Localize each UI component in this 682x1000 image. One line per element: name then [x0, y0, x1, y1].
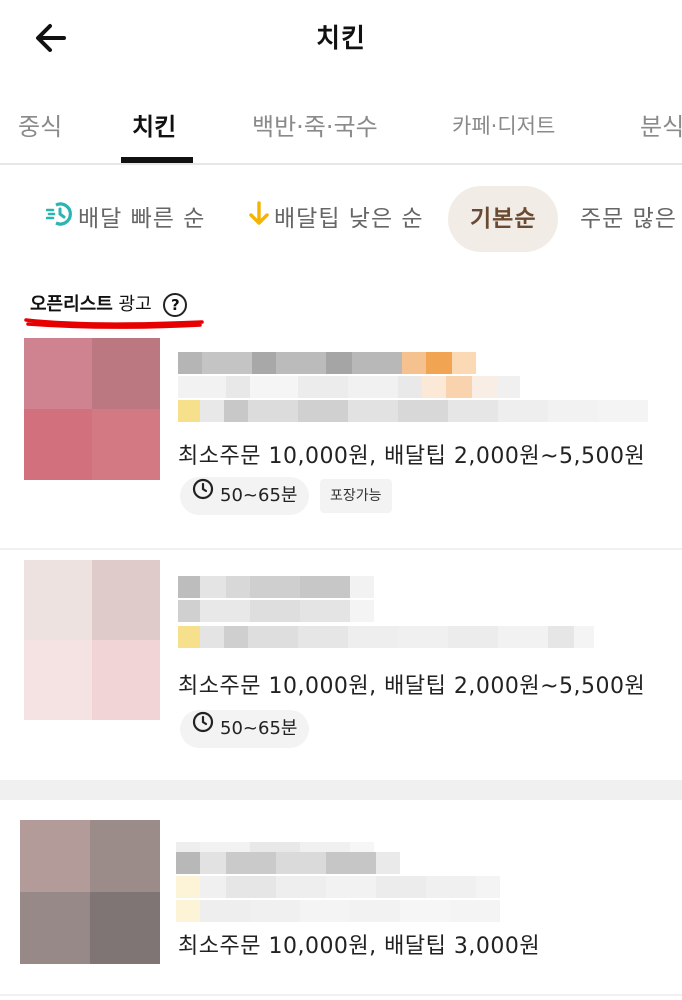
category-tabs: 중식 치킨 백반·죽·국수 카페·디저트 분식 [0, 95, 682, 165]
min-order-info: 최소주문 10,000원, 배달팁 3,000원 [178, 934, 541, 959]
restaurant-menu-blurred [178, 626, 594, 648]
active-tab-indicator [121, 157, 193, 163]
restaurant-extra-blurred [176, 900, 500, 922]
card-divider [0, 994, 682, 996]
ad-section-label: 오픈리스트 광고 ? [30, 290, 188, 317]
delivery-time: 50~65분 [220, 485, 298, 506]
tab-cafe-dessert[interactable]: 카페·디저트 [452, 110, 555, 140]
restaurant-card[interactable]: 최소주문 10,000원, 배달팁 3,000원 [0, 812, 682, 1000]
min-order-info: 최소주문 10,000원, 배달팁 2,000원~5,500원 [178, 674, 646, 699]
page-title: 치킨 [316, 24, 366, 54]
sort-most-orders[interactable]: 주문 많은 순 [580, 186, 682, 252]
delivery-time-badge: 50~65분 [180, 476, 310, 515]
delivery-time-badge: 50~65분 [180, 709, 310, 748]
min-order-info: 최소주문 10,000원, 배달팁 2,000원~5,500원 [178, 444, 646, 469]
restaurant-menu-blurred [178, 400, 648, 422]
clock-icon [192, 709, 214, 747]
restaurant-desc-blurred [178, 600, 374, 622]
tab-snack[interactable]: 분식 [640, 107, 682, 142]
fast-delivery-icon [45, 187, 74, 253]
section-divider [0, 780, 682, 800]
sort-label: 배달 빠른 순 [78, 206, 206, 232]
sort-default[interactable]: 기본순 [448, 186, 559, 252]
arrow-down-icon [248, 187, 270, 253]
restaurant-card[interactable]: 최소주문 10,000원, 배달팁 2,000원~5,500원 50~65분 [0, 556, 682, 776]
tab-chinese[interactable]: 중식 [18, 107, 62, 142]
sort-options: 배달 빠른 순 배달팁 낮은 순 기본순 주문 많은 순 [0, 180, 682, 260]
restaurant-card[interactable]: 최소주문 10,000원, 배달팁 2,000원~5,500원 50~65분 포… [0, 336, 682, 546]
takeout-badge: 포장가능 [320, 479, 392, 513]
restaurant-name-blurred [178, 576, 374, 598]
restaurant-desc-blurred [178, 376, 520, 398]
restaurant-desc-blurred [176, 852, 400, 874]
tab-chicken[interactable]: 치킨 [132, 107, 176, 142]
restaurant-thumbnail [24, 338, 160, 480]
app-header: 치킨 [0, 0, 682, 80]
restaurant-thumbnail [24, 560, 160, 720]
sort-low-tip[interactable]: 배달팁 낮은 순 [248, 186, 424, 252]
restaurant-name-blurred [178, 352, 476, 374]
ad-tag: 광고 [118, 294, 152, 315]
ad-list-title: 오픈리스트 [30, 294, 113, 315]
card-divider [0, 548, 682, 550]
red-underline-annotation [24, 318, 204, 329]
clock-icon [192, 476, 214, 514]
delivery-time: 50~65분 [220, 718, 298, 739]
tab-korean-meals[interactable]: 백반·죽·국수 [252, 107, 378, 142]
sort-label: 배달팁 낮은 순 [274, 206, 424, 232]
restaurant-menu-blurred [176, 876, 500, 898]
restaurant-thumbnail [20, 820, 160, 964]
sort-fast-delivery[interactable]: 배달 빠른 순 [45, 186, 206, 253]
